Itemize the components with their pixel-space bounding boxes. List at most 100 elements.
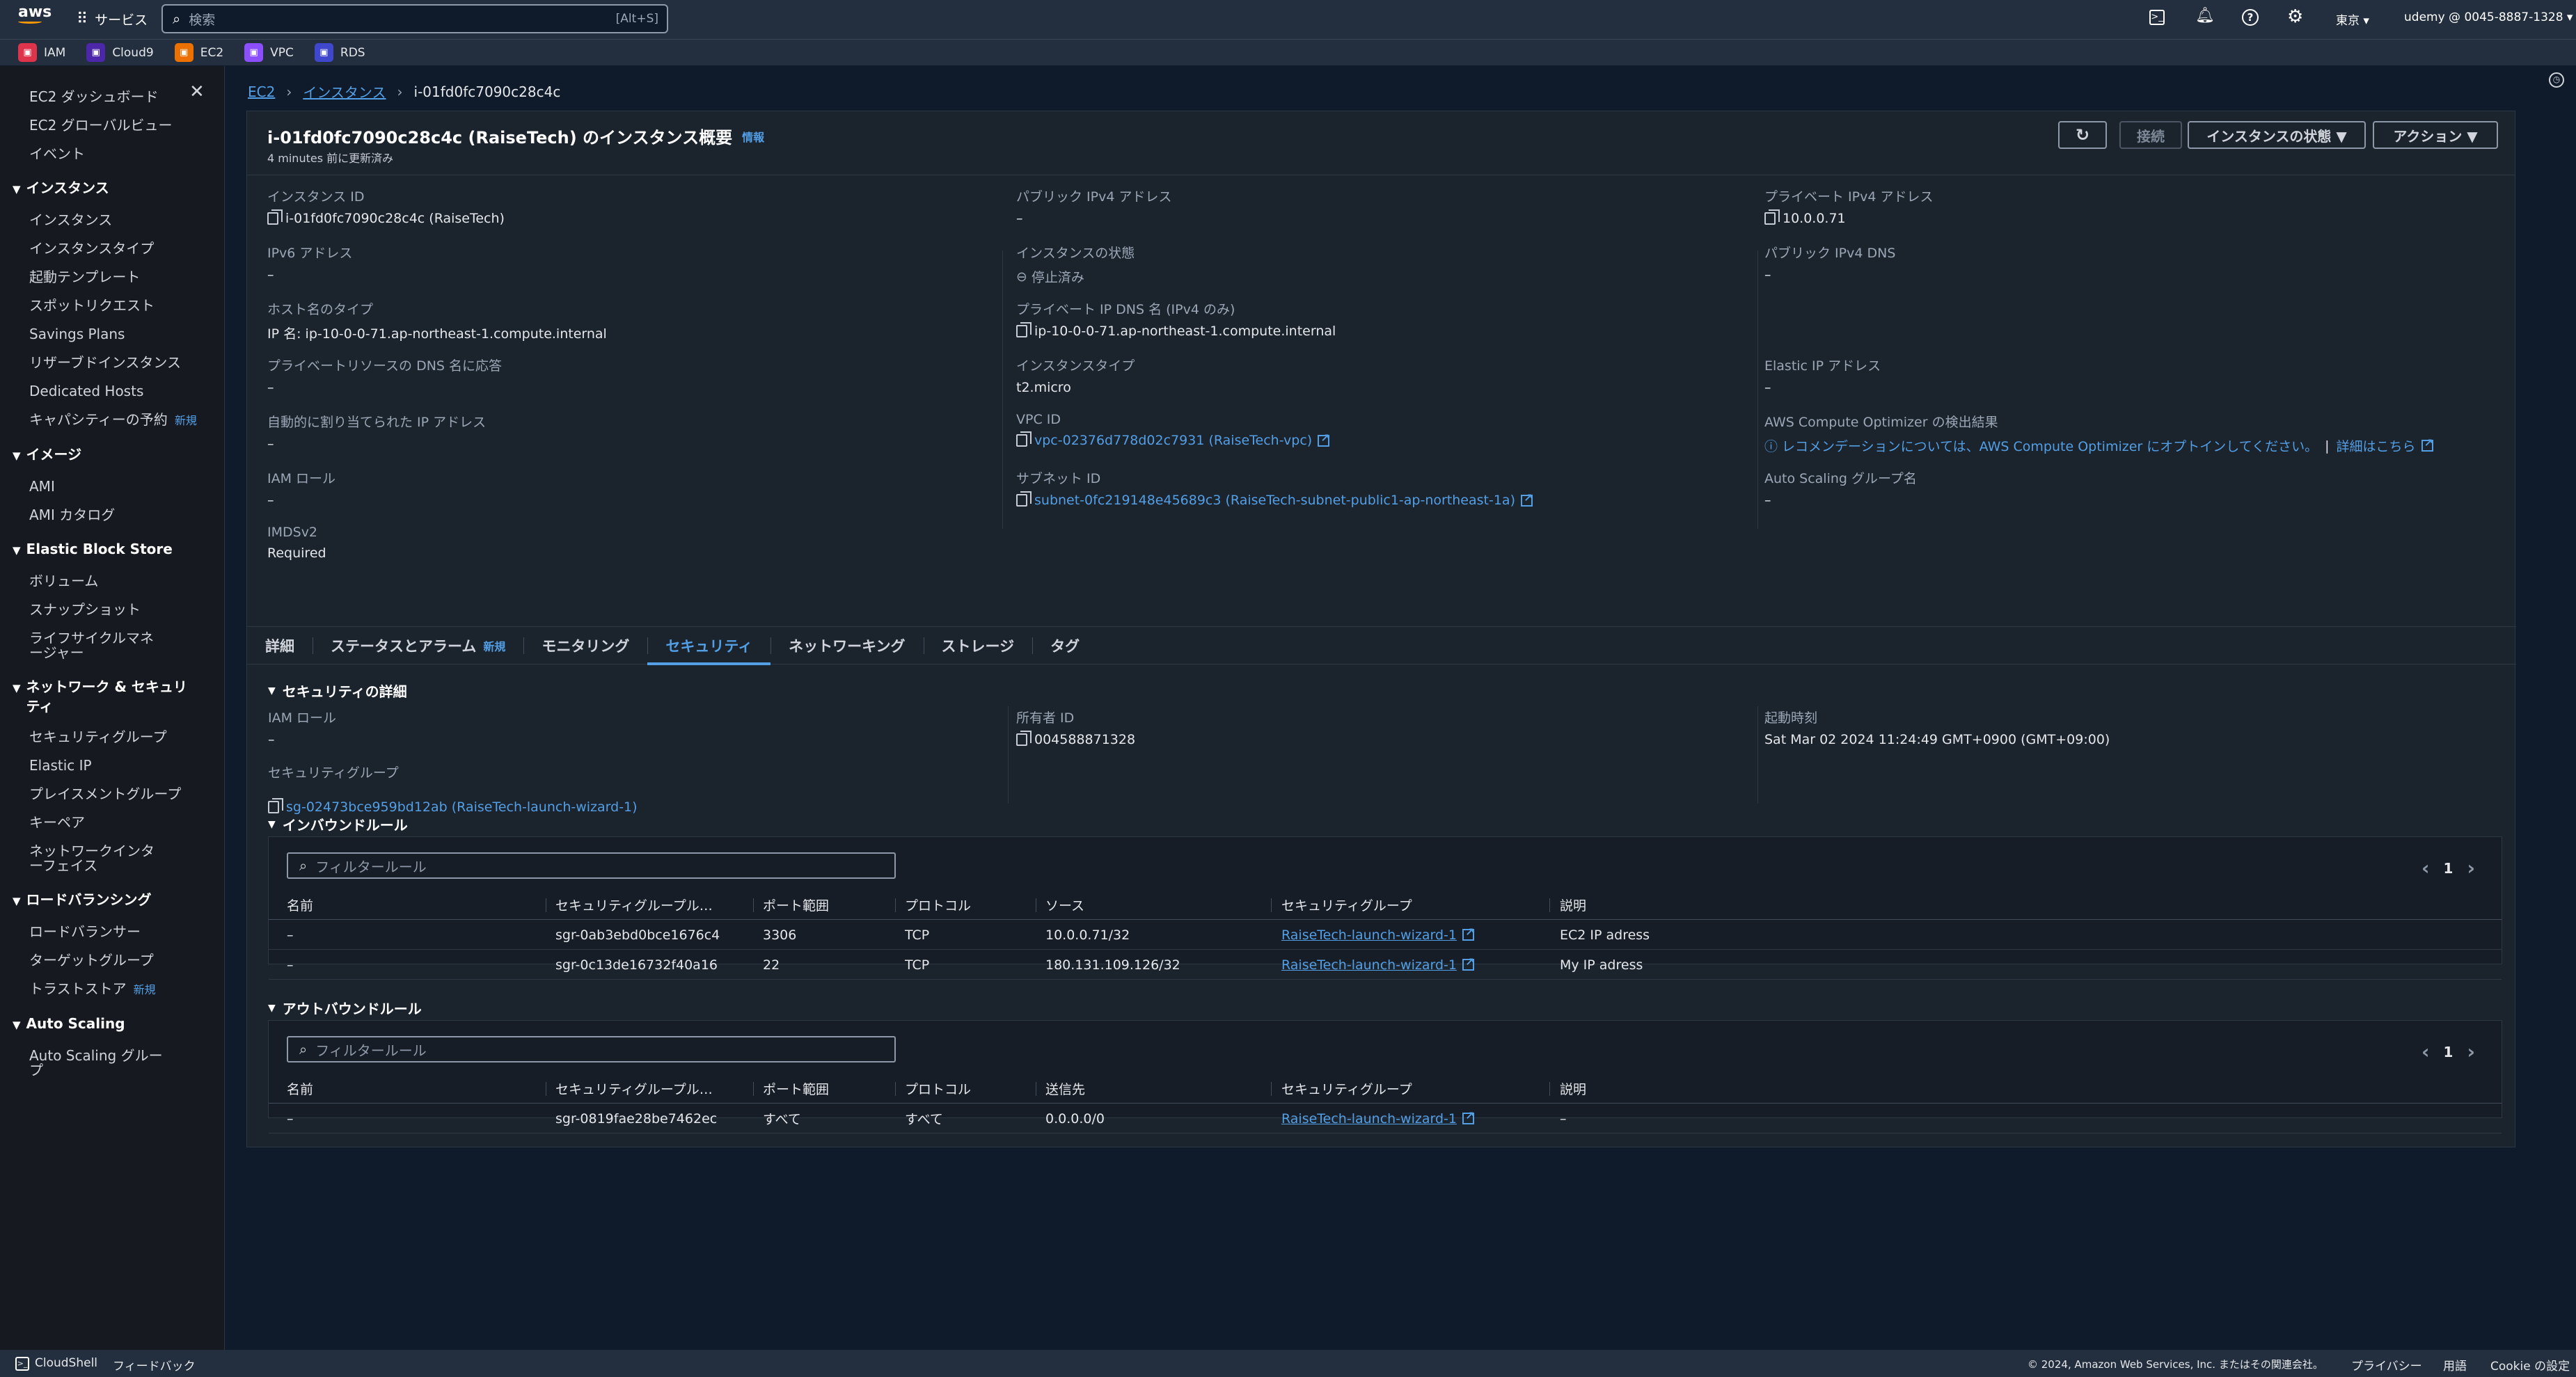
- region-selector[interactable]: 東京 ▾: [2336, 10, 2369, 28]
- refresh-button[interactable]: ↻: [2058, 121, 2107, 149]
- sidebar-section-4[interactable]: ▼ ロードバランシング: [0, 880, 224, 918]
- terms-link[interactable]: 用語: [2443, 1356, 2467, 1374]
- sidebar-item[interactable]: 起動テンプレート: [0, 263, 224, 292]
- column-header[interactable]: セキュリティグループル…: [555, 1074, 713, 1104]
- sidebar-item[interactable]: プレイスメントグループ: [0, 780, 224, 809]
- close-icon[interactable]: ✕: [189, 81, 205, 102]
- sidebar-item[interactable]: ターゲットグループ: [0, 946, 224, 975]
- column-header[interactable]: 説明: [1560, 890, 1586, 920]
- security-group-link[interactable]: RaiseTech-launch-wizard-1: [1281, 957, 1457, 973]
- sidebar-section-2[interactable]: ▼ Elastic Block Store: [0, 530, 224, 567]
- cloudshell-footer-icon[interactable]: >_: [15, 1357, 29, 1371]
- sidebar-section-5[interactable]: ▼ Auto Scaling: [0, 1004, 224, 1042]
- favorite-ec2[interactable]: ▣ EC2: [174, 43, 223, 62]
- column-header[interactable]: プロトコル: [905, 1074, 971, 1104]
- sidebar-item[interactable]: ボリューム: [0, 567, 224, 596]
- compute-optimizer-link[interactable]: レコメンデーションについては、AWS Compute Optimizer にオプ…: [1782, 436, 2318, 455]
- chevron-left-icon[interactable]: ‹: [2421, 1040, 2430, 1063]
- sidebar-item[interactable]: AMI: [0, 472, 224, 501]
- sidebar-item-2[interactable]: イベント: [0, 140, 224, 168]
- table-cell[interactable]: RaiseTech-launch-wizard-1: [1281, 920, 1474, 950]
- sidebar-item[interactable]: ライフサイクルマネージャー: [0, 624, 167, 667]
- sidebar-item[interactable]: Dedicated Hosts: [0, 377, 224, 406]
- favorite-cloud9[interactable]: ▣ Cloud9: [86, 43, 154, 62]
- favorite-rds[interactable]: ▣ RDS: [314, 43, 365, 62]
- copy-icon[interactable]: [268, 798, 283, 813]
- vpc-id-link[interactable]: vpc-02376d778d02c7931 (RaiseTech-vpc): [1034, 433, 1312, 448]
- breadcrumb-ec2[interactable]: EC2: [248, 83, 275, 100]
- account-menu[interactable]: udemy @ 0045-8887-1328 ▾: [2404, 10, 2573, 24]
- filter-rules-input[interactable]: ⌕ フィルタールール: [287, 1036, 896, 1062]
- tab-0[interactable]: 詳細: [247, 626, 313, 664]
- sidebar-section-0[interactable]: ▼ インスタンス: [0, 168, 224, 206]
- column-header[interactable]: セキュリティグループル…: [555, 890, 713, 920]
- sidebar-item[interactable]: キャパシティーの予約 新規: [0, 406, 224, 435]
- sidebar-item[interactable]: Auto Scaling グループ: [0, 1042, 167, 1085]
- copy-icon[interactable]: [1016, 731, 1032, 746]
- page-number[interactable]: 1: [2444, 1044, 2453, 1060]
- help-icon[interactable]: ?: [2242, 9, 2259, 26]
- sidebar-item[interactable]: スポットリクエスト: [0, 292, 224, 320]
- sidebar-section-1[interactable]: ▼ イメージ: [0, 435, 224, 472]
- bell-icon[interactable]: 🔔︎: [2195, 7, 2215, 24]
- column-header[interactable]: ポート範囲: [763, 890, 829, 920]
- table-cell[interactable]: RaiseTech-launch-wizard-1: [1281, 950, 1474, 980]
- chevron-left-icon[interactable]: ‹: [2421, 857, 2430, 879]
- column-header[interactable]: 名前: [287, 1074, 313, 1104]
- search-box[interactable]: ⌕ 検索 [Alt+S]: [161, 4, 668, 33]
- table-cell[interactable]: RaiseTech-launch-wizard-1: [1281, 1104, 1474, 1133]
- copy-icon[interactable]: [1016, 322, 1032, 337]
- sidebar-item[interactable]: スナップショット: [0, 596, 224, 624]
- cookie-settings-link[interactable]: Cookie の設定: [2490, 1356, 2570, 1374]
- connect-button[interactable]: 接続: [2119, 121, 2182, 149]
- tab-6[interactable]: タグ: [1032, 626, 1098, 664]
- copy-icon[interactable]: [1016, 431, 1032, 447]
- services-menu[interactable]: ⠿ サービス: [77, 10, 148, 29]
- tab-5[interactable]: ストレージ: [923, 626, 1033, 664]
- tab-2[interactable]: モニタリング: [523, 626, 647, 664]
- sidebar-item[interactable]: AMI カタログ: [0, 501, 224, 530]
- sidebar-item[interactable]: インスタンスタイプ: [0, 234, 224, 263]
- cloudshell-icon[interactable]: >_: [2149, 10, 2165, 25]
- sidebar-item[interactable]: インスタンス: [0, 206, 224, 234]
- aws-logo[interactable]: aws: [18, 5, 52, 24]
- sidebar-item[interactable]: セキュリティグループ: [0, 723, 224, 751]
- chevron-right-icon[interactable]: ›: [2467, 1040, 2475, 1063]
- security-group-link[interactable]: sg-02473bce959bd12ab (RaiseTech-launch-w…: [286, 799, 638, 815]
- security-group-link[interactable]: RaiseTech-launch-wizard-1: [1281, 928, 1457, 943]
- tab-1[interactable]: ステータスとアラーム 新規: [313, 626, 523, 664]
- info-link[interactable]: 情報: [742, 128, 764, 145]
- sidebar-section-3[interactable]: ▼ ネットワーク & セキュリティ: [0, 667, 224, 723]
- actions-button[interactable]: アクション ▼: [2373, 121, 2498, 149]
- sidebar-item[interactable]: トラストストア 新規: [0, 975, 224, 1004]
- security-details-heading[interactable]: ▼ セキュリティの詳細: [268, 680, 407, 701]
- outbound-rules-heading[interactable]: ▼ アウトバウンドルール: [268, 998, 422, 1018]
- clock-icon[interactable]: ◷: [2549, 72, 2564, 88]
- page-number[interactable]: 1: [2444, 860, 2453, 877]
- sidebar-item[interactable]: ネットワークインターフェイス: [0, 837, 167, 880]
- sidebar-item[interactable]: リザーブドインスタンス: [0, 349, 224, 377]
- settings-gear-icon[interactable]: ⚙: [2287, 6, 2303, 27]
- copy-icon[interactable]: [1764, 209, 1780, 225]
- favorite-iam[interactable]: ▣ IAM: [18, 43, 65, 62]
- column-header[interactable]: ソース: [1045, 890, 1084, 920]
- cloudshell-link[interactable]: CloudShell: [35, 1356, 97, 1370]
- tab-3[interactable]: セキュリティ: [647, 626, 771, 665]
- column-header[interactable]: セキュリティグループ: [1281, 890, 1412, 920]
- filter-rules-input[interactable]: ⌕ フィルタールール: [287, 852, 896, 879]
- tab-4[interactable]: ネットワーキング: [771, 626, 923, 664]
- instance-state-button[interactable]: インスタンスの状態 ▼: [2188, 121, 2366, 149]
- sidebar-item-1[interactable]: EC2 グローバルビュー: [0, 111, 224, 140]
- favorite-vpc[interactable]: ▣ VPC: [244, 43, 294, 62]
- feedback-link[interactable]: フィードバック: [113, 1356, 196, 1374]
- learn-more-link[interactable]: 詳細はこちら: [2337, 436, 2416, 455]
- sidebar-item[interactable]: キーペア: [0, 809, 224, 837]
- column-header[interactable]: 名前: [287, 890, 313, 920]
- column-header[interactable]: プロトコル: [905, 890, 971, 920]
- sidebar-item[interactable]: ロードバランサー: [0, 918, 224, 946]
- copy-icon[interactable]: [1016, 491, 1032, 507]
- column-header[interactable]: ポート範囲: [763, 1074, 829, 1104]
- subnet-id-link[interactable]: subnet-0fc219148e45689c3 (RaiseTech-subn…: [1034, 493, 1515, 508]
- security-group-link[interactable]: RaiseTech-launch-wizard-1: [1281, 1111, 1457, 1127]
- column-header[interactable]: 説明: [1560, 1074, 1586, 1104]
